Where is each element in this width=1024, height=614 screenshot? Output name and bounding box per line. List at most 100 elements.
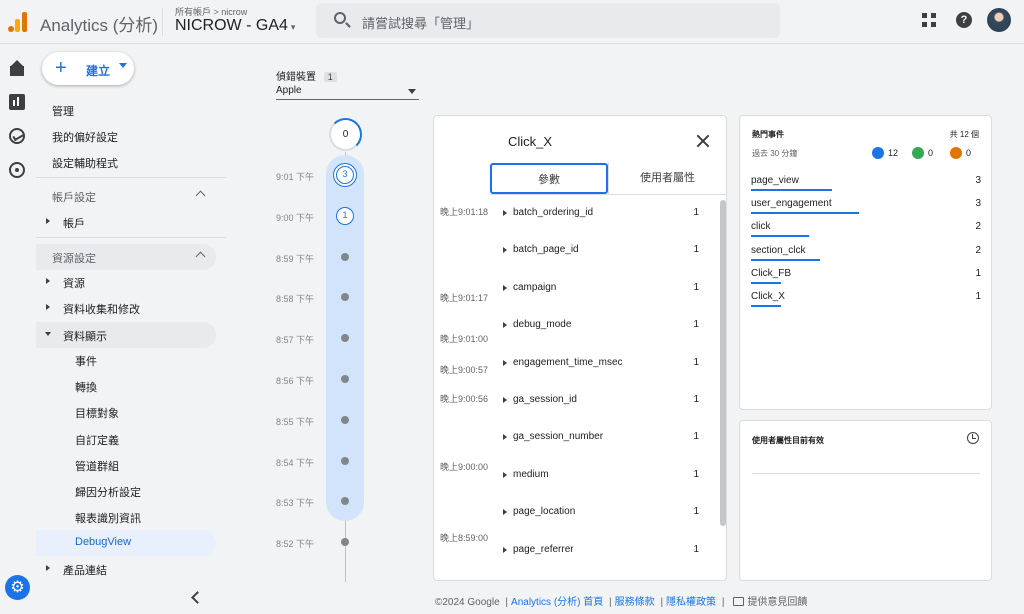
minute-dot[interactable] (341, 456, 349, 465)
device-count-badge: 1 (323, 72, 337, 82)
user-properties-title: 使用者屬性目前有效 (752, 436, 824, 445)
minute-label: 8:57 下午 (276, 335, 315, 346)
create-button[interactable]: + 建立 (42, 52, 134, 85)
minute-dot[interactable] (341, 538, 349, 547)
sub-item-channel-groups[interactable]: 管道群組 (36, 452, 216, 478)
nav-item-data-display[interactable]: 資料顯示 (36, 322, 216, 348)
expand-arrow-icon (503, 509, 507, 516)
top-event-row[interactable]: Click_X 1 (751, 289, 981, 309)
privacy-link[interactable]: 隱私權政策 (666, 597, 716, 608)
avatar[interactable] (987, 8, 1011, 32)
second-timestamp[interactable]: 晚上9:00:00 (440, 460, 488, 473)
parameter-value: 1 (693, 281, 699, 293)
flag-icon (912, 147, 924, 159)
nav-item-label: 資料顯示 (63, 331, 107, 343)
collapse-nav-chevron-icon[interactable] (191, 591, 204, 604)
parameter-value: 1 (693, 543, 699, 555)
nav-item-property[interactable]: 資源 (36, 269, 216, 295)
parameter-row[interactable]: ga_session_id 1 (501, 393, 707, 409)
expand-arrow-icon (503, 434, 507, 441)
tab-user-properties[interactable]: 使用者屬性 (608, 163, 726, 194)
terms-link[interactable]: 服務條款 (615, 597, 655, 608)
close-icon[interactable] (696, 134, 710, 148)
explore-icon[interactable] (9, 128, 25, 144)
advertising-icon[interactable] (9, 162, 25, 178)
admin-gear-icon[interactable]: ⚙ (5, 575, 30, 600)
parameter-row[interactable]: engagement_time_msec 1 (501, 356, 707, 372)
nav-admin[interactable]: 管理 (52, 103, 74, 119)
history-icon[interactable] (967, 432, 979, 444)
second-timestamp[interactable]: 晚上9:01:00 (440, 332, 488, 345)
minute-label: 8:56 下午 (276, 376, 315, 386)
debug-device-select[interactable]: Apple (276, 82, 419, 100)
nav-item-label: 資源 (63, 278, 85, 290)
property-settings-header[interactable]: 資源設定 (36, 244, 216, 270)
plus-icon: + (55, 57, 67, 79)
top-event-row[interactable]: page_view 3 (751, 173, 981, 193)
parameter-row[interactable]: batch_page_id 1 (501, 243, 707, 259)
second-timestamp[interactable]: 晚上9:01:17 (440, 291, 488, 304)
sub-item-custom-definitions[interactable]: 自訂定義 (36, 426, 216, 452)
last-30-seconds-counter[interactable]: 0 (329, 118, 362, 151)
nav-item-label: 產品連結 (63, 565, 107, 577)
sub-item-reporting-identity[interactable]: 報表識別資訊 (36, 504, 216, 530)
minute-dot[interactable] (341, 252, 349, 261)
home-icon[interactable] (9, 60, 25, 76)
separator: | (721, 597, 725, 608)
minute-dot[interactable] (341, 375, 349, 383)
nav-setup-assistant[interactable]: 設定輔助程式 (52, 155, 118, 171)
parameter-name: page_referrer (513, 543, 574, 555)
event-bar (751, 235, 809, 238)
property-picker[interactable]: NICROW - GA4 ▾ (175, 17, 295, 35)
top-event-row[interactable]: Click_FB 1 (751, 266, 981, 286)
nav-item-data-collection[interactable]: 資料收集和修改 (36, 295, 216, 321)
second-timestamp[interactable]: 晚上8:59:00 (440, 531, 488, 544)
top-event-row[interactable]: click 2 (751, 219, 981, 239)
parameter-row[interactable]: batch_ordering_id 1 (501, 206, 707, 222)
account-settings-header[interactable]: 帳戶設定 (36, 183, 216, 209)
minute-event-count[interactable]: 1 (336, 206, 354, 225)
users-count: 12 (888, 148, 899, 158)
parameter-row[interactable]: page_location 1 (501, 505, 707, 521)
expand-arrow-icon (503, 471, 507, 478)
app-title[interactable]: Analytics (分析) (40, 11, 158, 36)
parameter-name: ga_session_number (513, 431, 604, 443)
help-icon[interactable]: ? (956, 12, 972, 28)
analytics-logo-icon[interactable] (8, 10, 28, 32)
nav-item-account[interactable]: 帳戶 (36, 209, 216, 235)
parameter-value: 1 (693, 394, 699, 405)
sub-item-label: 轉換 (75, 382, 97, 394)
minute-event-count[interactable]: 3 (336, 166, 354, 184)
analytics-home-link[interactable]: Analytics (分析) 首頁 (511, 597, 603, 608)
sub-item-attribution-settings[interactable]: 歸因分析設定 (36, 478, 216, 504)
parameter-row[interactable]: ga_session_number 1 (501, 430, 707, 446)
top-event-row[interactable]: section_clck 2 (751, 243, 981, 263)
parameter-row[interactable]: medium 1 (501, 468, 707, 484)
nav-item-product-links[interactable]: 產品連結 (36, 556, 216, 582)
parameter-row[interactable]: debug_mode 1 (501, 318, 707, 334)
sub-item-conversions[interactable]: 轉換 (36, 373, 216, 399)
sub-item-debugview[interactable]: DebugView (36, 530, 216, 556)
errors-count: 0 (966, 148, 972, 158)
parameter-list: 晚上9:01:18 晚上9:01:17 晚上9:01:00 晚上9:00:57 晚上9:… (434, 200, 726, 580)
top-event-row[interactable]: user_engagement 3 (751, 196, 981, 216)
reports-icon[interactable] (9, 94, 25, 110)
feedback-link[interactable]: 提供意見回饋 (747, 597, 807, 608)
property-name: NICROW - GA4 (175, 17, 288, 34)
second-timestamp[interactable]: 晚上9:00:56 (440, 392, 488, 405)
apps-grid-icon[interactable] (922, 13, 936, 27)
minute-dot[interactable] (341, 415, 349, 424)
scrollbar[interactable] (720, 200, 726, 526)
minute-label: 8:53 下午 (276, 498, 315, 509)
event-title: Click_X (508, 134, 553, 149)
nav-preferences[interactable]: 我的偏好設定 (52, 129, 118, 145)
tab-parameters[interactable]: 參數 (490, 163, 608, 194)
second-timestamp[interactable]: 晚上9:01:18 (440, 205, 488, 218)
search-bar[interactable]: 請嘗試搜尋「管理」 (316, 3, 780, 38)
parameter-row[interactable]: campaign 1 (501, 281, 707, 297)
parameter-row[interactable]: page_referrer 1 (501, 543, 707, 559)
sub-item-audiences[interactable]: 目標對象 (36, 399, 216, 425)
second-timestamp[interactable]: 晚上9:00:57 (440, 363, 488, 376)
sub-item-events[interactable]: 事件 (36, 347, 216, 373)
section-divider (36, 237, 226, 238)
